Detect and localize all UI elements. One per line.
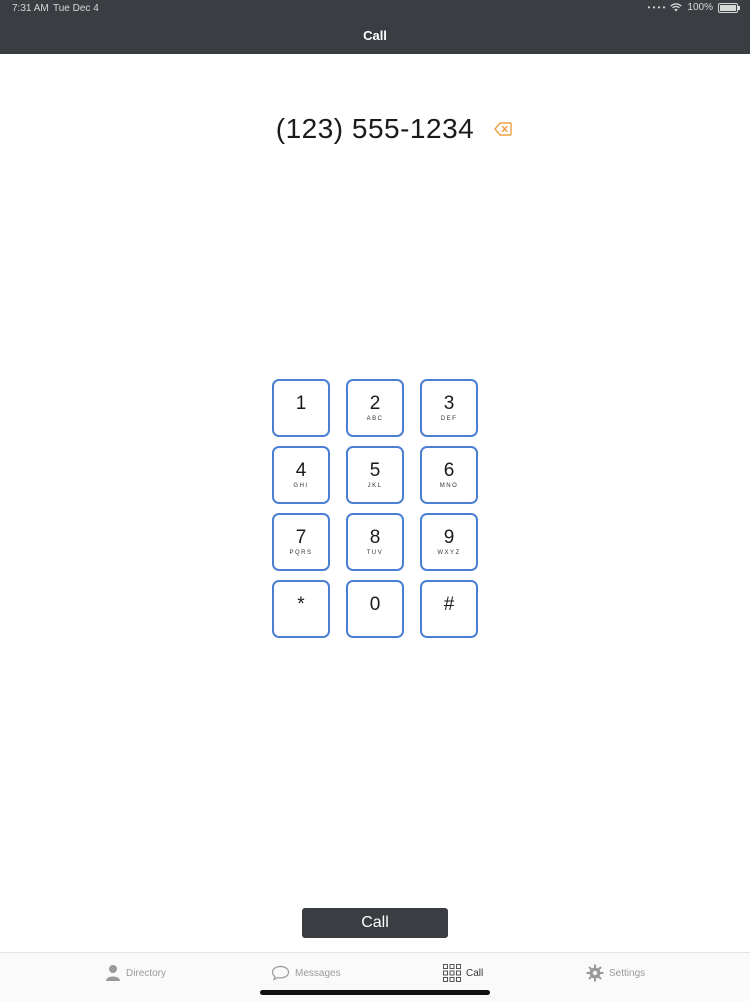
- dialed-number: (123) 555-1234: [275, 113, 475, 144]
- status-indicators: • • • • 100%: [647, 2, 740, 13]
- home-indicator: [260, 990, 490, 995]
- gear-icon: [586, 964, 604, 982]
- key-star[interactable]: *: [272, 580, 330, 638]
- key-8[interactable]: 8 TUV: [346, 513, 404, 571]
- key-0[interactable]: 0: [346, 580, 404, 638]
- key-1[interactable]: 1: [272, 379, 330, 437]
- tab-label: Call: [466, 967, 484, 979]
- tab-label: Directory: [126, 967, 167, 979]
- key-3[interactable]: 3 DEF: [420, 379, 478, 437]
- key-letters: JKL: [367, 482, 383, 489]
- wifi-icon: [670, 3, 683, 12]
- keypad-grid-icon: [443, 964, 461, 982]
- key-digit: 2: [369, 392, 381, 414]
- tab-settings[interactable]: Settings: [586, 962, 645, 984]
- key-6[interactable]: 6 MNO: [420, 446, 478, 504]
- tab-directory[interactable]: Directory: [105, 962, 166, 984]
- key-hash[interactable]: #: [420, 580, 478, 638]
- key-digit: *: [297, 593, 305, 615]
- key-digit: 4: [295, 459, 307, 481]
- status-time: 7:31 AM: [12, 3, 49, 14]
- key-7[interactable]: 7 PQRS: [272, 513, 330, 571]
- backspace-icon[interactable]: [494, 122, 512, 136]
- key-4[interactable]: 4 GHI: [272, 446, 330, 504]
- page-title: Call: [363, 28, 387, 43]
- key-9[interactable]: 9 WXYZ: [420, 513, 478, 571]
- keypad: 1 2 ABC 3 DEF 4 GHI 5 JKL 6 MNO 7 PQRS 8 TUV 9W…: [272, 379, 478, 638]
- key-letters: WXYZ: [437, 549, 461, 556]
- key-digit: 9: [443, 526, 455, 548]
- key-digit: 7: [295, 526, 307, 548]
- tab-call[interactable]: Call: [443, 962, 483, 984]
- key-5[interactable]: 5 JKL: [346, 446, 404, 504]
- person-icon: [106, 965, 120, 981]
- key-digit: #: [443, 593, 455, 615]
- key-letters: TUV: [366, 549, 384, 556]
- battery-icon: [718, 2, 740, 13]
- key-digit: 3: [443, 392, 455, 414]
- battery-percent: 100%: [687, 2, 713, 13]
- speech-bubble-icon: [271, 965, 290, 981]
- key-digit: 6: [443, 459, 455, 481]
- navigation-bar: 7:31 AM Tue Dec 4 • • • • 100% Call: [0, 0, 750, 54]
- key-letters: MNO: [439, 482, 459, 489]
- key-letters: ABC: [366, 415, 384, 422]
- key-digit: 1: [295, 392, 307, 414]
- number-display: (123) 555-1234: [0, 113, 750, 145]
- tab-label: Settings: [609, 967, 646, 979]
- key-letters: GHI: [293, 482, 309, 489]
- key-letters: PQRS: [289, 549, 313, 556]
- tab-label: Messages: [295, 967, 341, 979]
- status-date: Tue Dec 4: [53, 3, 99, 14]
- key-letters: DEF: [440, 415, 458, 422]
- key-digit: 5: [369, 459, 381, 481]
- call-button[interactable]: Call: [302, 908, 448, 938]
- key-2[interactable]: 2 ABC: [346, 379, 404, 437]
- key-digit: 0: [369, 593, 381, 615]
- tab-messages[interactable]: Messages: [271, 962, 341, 984]
- key-digit: 8: [369, 526, 381, 548]
- cellular-dots-icon: • • • •: [647, 3, 666, 12]
